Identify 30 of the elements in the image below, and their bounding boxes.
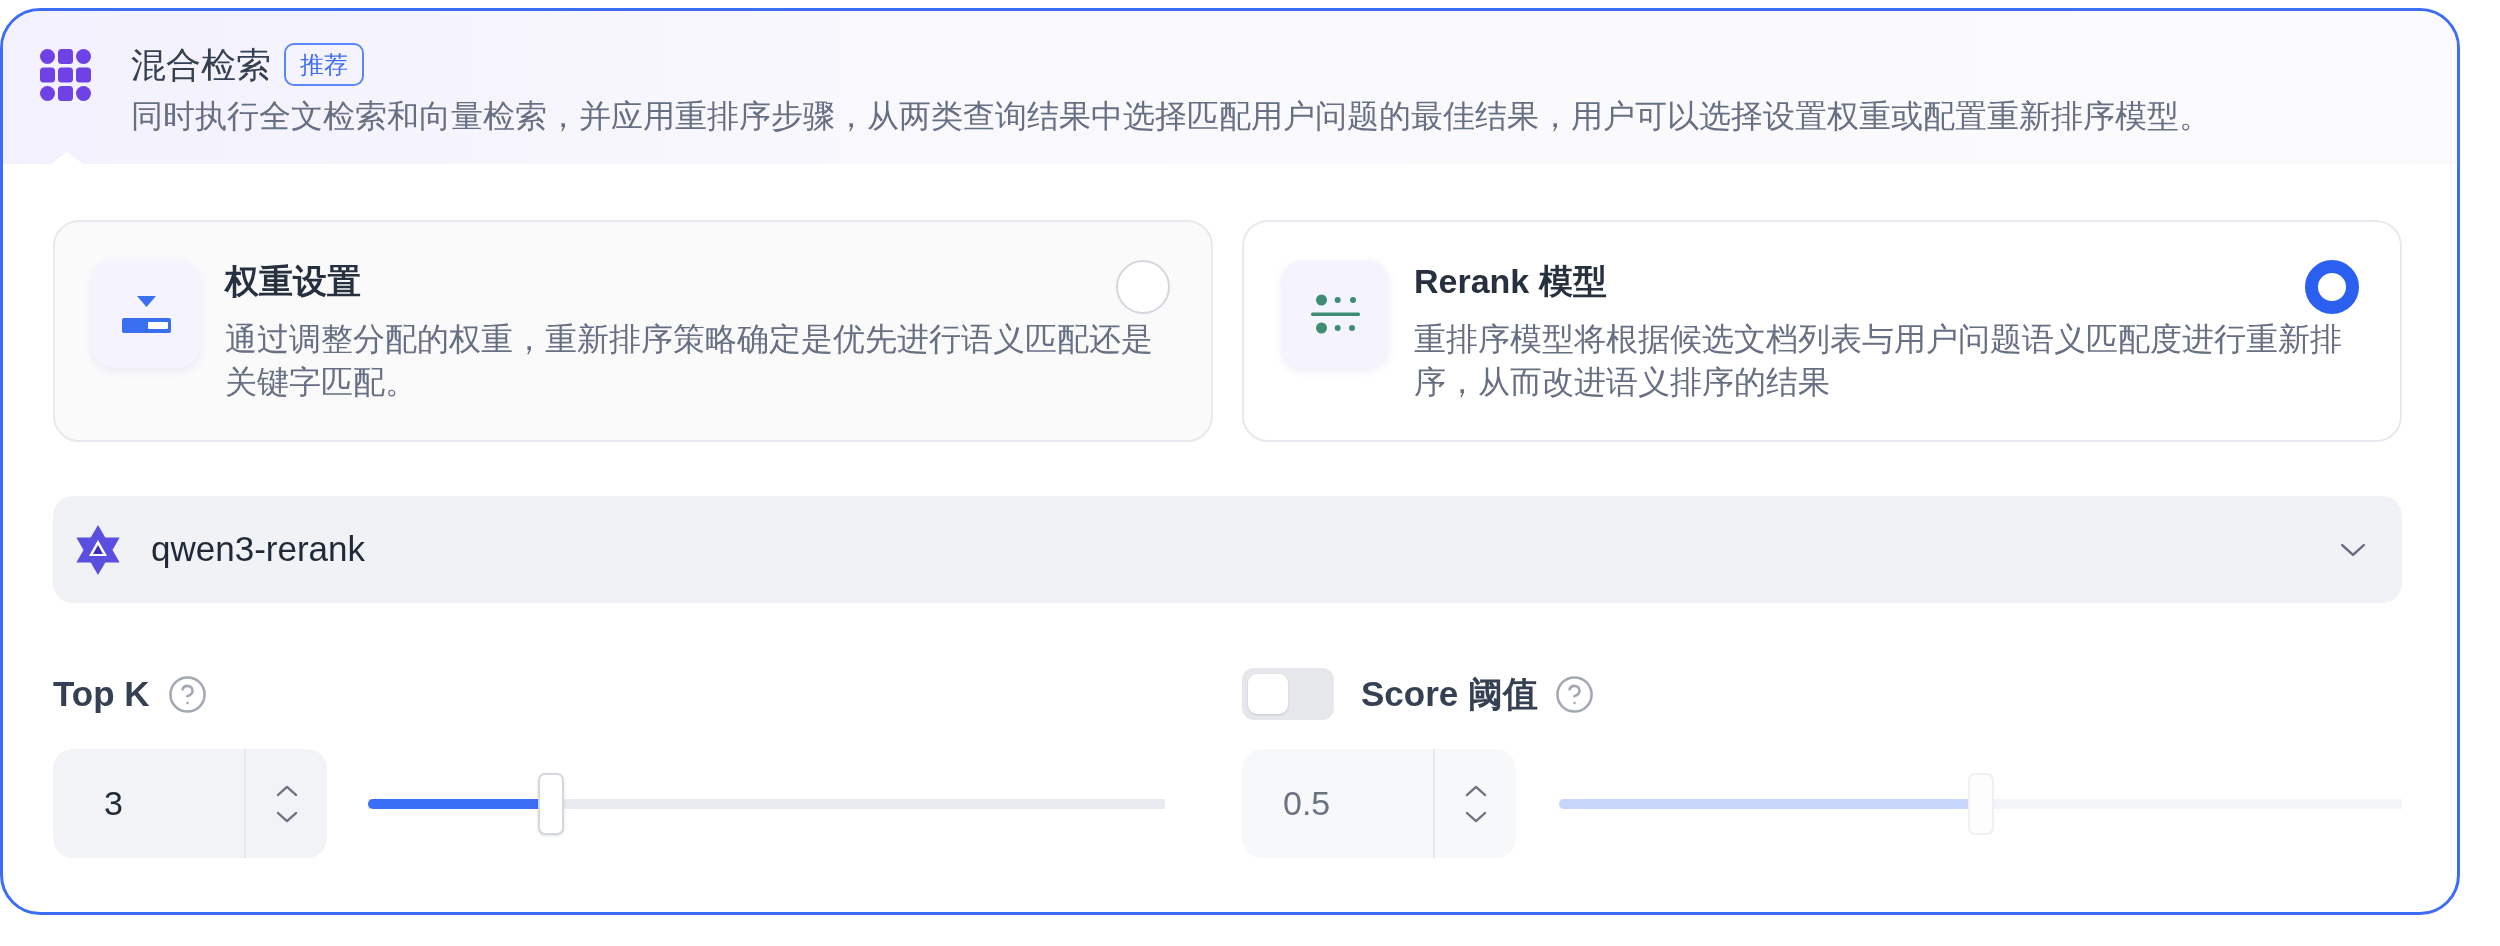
option-card[interactable]: Rerank 模型 重排序模型将根据候选文档列表与用户问题语义匹配度进行重新排序，从而改进语义排序的结果 [1242, 220, 2402, 442]
option-title: 权重设置 [225, 261, 361, 302]
section-title: 混合检索 [131, 44, 271, 86]
top-k-label: Top K [53, 672, 150, 715]
score-threshold-label: Score 阈值 [1361, 672, 1538, 715]
option-description: 重排序模型将根据候选文档列表与用户问题语义匹配度进行重新排序，从而改进语义排序的结果 [1414, 320, 2343, 402]
help-icon[interactable] [1554, 673, 1595, 715]
chevron-up-icon [1464, 784, 1487, 797]
slider-handle[interactable] [538, 772, 565, 835]
radio-button[interactable] [2305, 260, 2359, 314]
chevron-down-icon [2340, 542, 2366, 557]
chevron-down-icon [1464, 810, 1487, 823]
chevron-up-icon [275, 784, 298, 797]
model-select[interactable]: qwen3-rerank [53, 496, 2402, 603]
help-icon[interactable] [166, 673, 208, 715]
increment-button[interactable] [1435, 749, 1516, 804]
decrement-button[interactable] [246, 803, 327, 858]
arrow-bar-icon [92, 260, 200, 368]
decrement-button[interactable] [1435, 803, 1516, 858]
top-k-input[interactable]: 3 [53, 749, 244, 858]
increment-button[interactable] [246, 749, 327, 804]
option-card[interactable]: 权重设置 通过调整分配的权重，重新排序策略确定是优先进行语义匹配还是关键字匹配。 [53, 220, 1213, 442]
option-description: 通过调整分配的权重，重新排序策略确定是优先进行语义匹配还是关键字匹配。 [225, 320, 1154, 402]
chevron-down-icon [275, 810, 298, 823]
section-description: 同时执行全文检索和向量检索，并应用重排序步骤，从两类查询结果中选择匹配用户问题的最佳结果，用户可以选择设置权重或配置重新排序模型。 [131, 97, 2211, 136]
toggle-switch[interactable] [1242, 668, 1334, 720]
grid-icon [40, 49, 91, 101]
recommend-tag: 推荐 [284, 43, 364, 86]
retrieval-method-card[interactable] [0, 8, 2460, 915]
option-title: Rerank 模型 [1414, 261, 1607, 302]
